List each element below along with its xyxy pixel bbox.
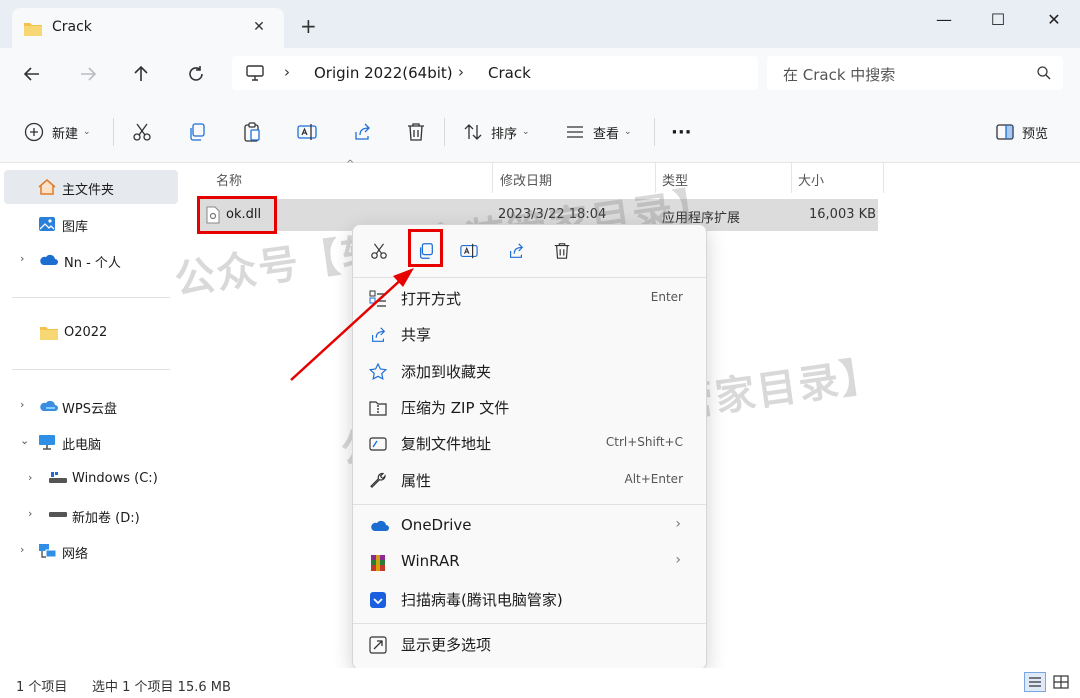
red-pointer-arrow (290, 268, 414, 381)
details-view-button[interactable] (1024, 672, 1046, 692)
tiles-view-icon (1053, 675, 1069, 689)
item-count: 1 个项目 (16, 680, 68, 695)
details-view-icon (1029, 677, 1041, 687)
selection-info: 选中 1 个项目 15.6 MB (92, 680, 231, 695)
status-bar: 1 个项目 选中 1 个项目 15.6 MB (0, 668, 1080, 698)
tiles-view-button[interactable] (1052, 674, 1070, 694)
